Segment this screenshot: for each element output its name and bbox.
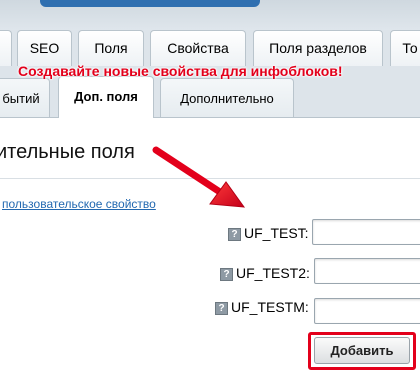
field-label-uf-testm: ? UF_TESTM: — [215, 299, 309, 315]
annotation-text: Создавайте новые свойства для инфоблоков… — [18, 63, 343, 79]
field-label-text: UF_TEST: — [244, 225, 309, 241]
tab-seo[interactable]: SEO — [17, 30, 72, 66]
uf-test-input[interactable] — [312, 219, 420, 245]
add-user-property-link[interactable]: пользовательское свойство — [2, 197, 156, 211]
field-row-uf-testm: ? UF_TESTM: — [0, 296, 420, 324]
tab-section-fields[interactable]: Поля разделов — [253, 30, 383, 66]
help-icon[interactable]: ? — [220, 268, 233, 281]
subtab-additional-fields[interactable]: Доп. поля — [58, 76, 154, 118]
help-icon[interactable]: ? — [228, 228, 241, 241]
subtab-additional[interactable]: Дополнительно — [160, 78, 294, 117]
uf-testm-input[interactable] — [314, 298, 420, 324]
help-icon[interactable]: ? — [215, 302, 228, 315]
tab-properties[interactable]: Свойства — [150, 30, 246, 66]
field-label-text: UF_TEST2: — [236, 265, 310, 281]
title-divider — [0, 178, 420, 179]
tab-partial-left[interactable] — [0, 30, 12, 66]
field-label-text: UF_TESTM: — [231, 299, 309, 315]
field-label-uf-test2: ? UF_TEST2: — [220, 265, 310, 281]
top-blue-bar — [40, 0, 260, 7]
page-title: ительные поля — [0, 141, 135, 163]
add-button[interactable]: Добавить — [314, 337, 410, 364]
field-row-uf-test2: ? UF_TEST2: — [0, 258, 420, 286]
top-header-strip — [0, 0, 420, 30]
subtab-events[interactable]: бытий — [0, 78, 50, 117]
uf-test2-input[interactable] — [314, 258, 420, 284]
field-row-uf-test: ? UF_TEST: — [0, 219, 420, 246]
tab-fields[interactable]: Поля — [78, 30, 144, 66]
field-label-uf-test: ? UF_TEST: — [228, 225, 309, 241]
tab-partial-right[interactable]: То — [390, 30, 420, 66]
